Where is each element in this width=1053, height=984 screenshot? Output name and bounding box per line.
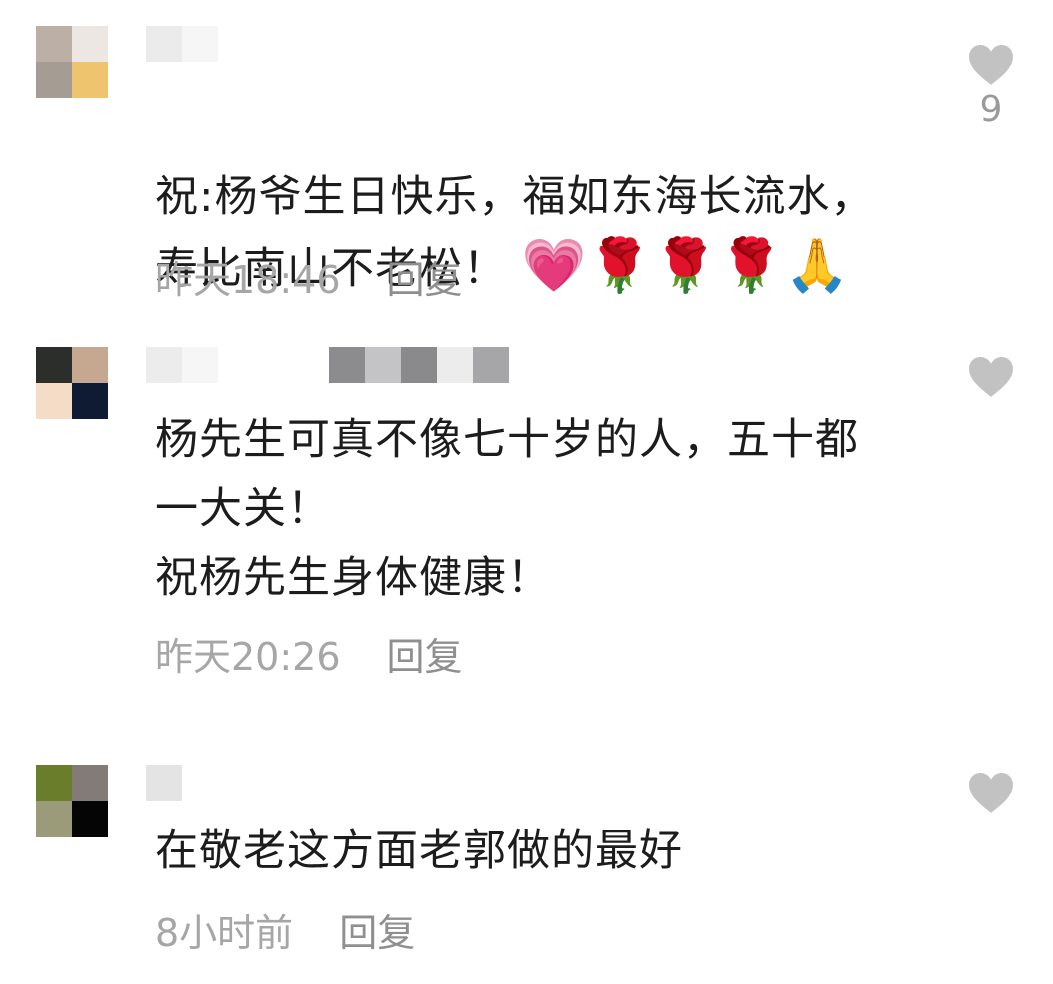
emoji-sequence: 💗🌹🌹🌹🙏	[521, 236, 851, 296]
like-button[interactable]	[966, 356, 1016, 398]
avatar[interactable]	[36, 347, 108, 419]
comment-meta: 8小时前 回复	[155, 913, 415, 953]
username-blurred[interactable]	[146, 347, 218, 383]
heart-icon	[966, 356, 1016, 398]
comment-time: 昨天20:26	[155, 635, 341, 679]
user-tag-blurred	[329, 347, 509, 383]
comment-item: 祝:杨爷生日快乐，福如东海长流水， 寿比南山不老松！ 💗🌹🌹🌹🙏 昨天18:46…	[0, 0, 1053, 320]
avatar[interactable]	[36, 765, 108, 837]
reply-button[interactable]: 回复	[387, 637, 463, 677]
comment-time: 8小时前	[155, 911, 294, 955]
like-button[interactable]: 9	[966, 44, 1016, 130]
comment-meta: 昨天18:46 回复	[155, 260, 463, 300]
reply-button[interactable]: 回复	[339, 913, 415, 953]
heart-icon	[966, 772, 1016, 814]
comment-meta: 昨天20:26 回复	[155, 637, 463, 677]
comment-item: 杨先生可真不像七十岁的人，五十都 一大关！ 祝杨先生身体健康！ 昨天20:26 …	[0, 330, 1053, 710]
reply-button[interactable]: 回复	[387, 260, 463, 300]
comment-text: 杨先生可真不像七十岁的人，五十都 一大关！ 祝杨先生身体健康！	[155, 415, 859, 603]
comment-item: 在敬老这方面老郭做的最好 8小时前 回复	[0, 750, 1053, 984]
avatar[interactable]	[36, 26, 108, 98]
username-blurred[interactable]	[146, 26, 218, 62]
like-button[interactable]	[966, 772, 1016, 814]
username-blurred[interactable]	[146, 765, 182, 801]
heart-icon	[966, 44, 1016, 86]
like-count: 9	[979, 89, 1003, 130]
comment-time: 昨天18:46	[155, 258, 341, 302]
comment-text: 在敬老这方面老郭做的最好	[155, 826, 683, 876]
